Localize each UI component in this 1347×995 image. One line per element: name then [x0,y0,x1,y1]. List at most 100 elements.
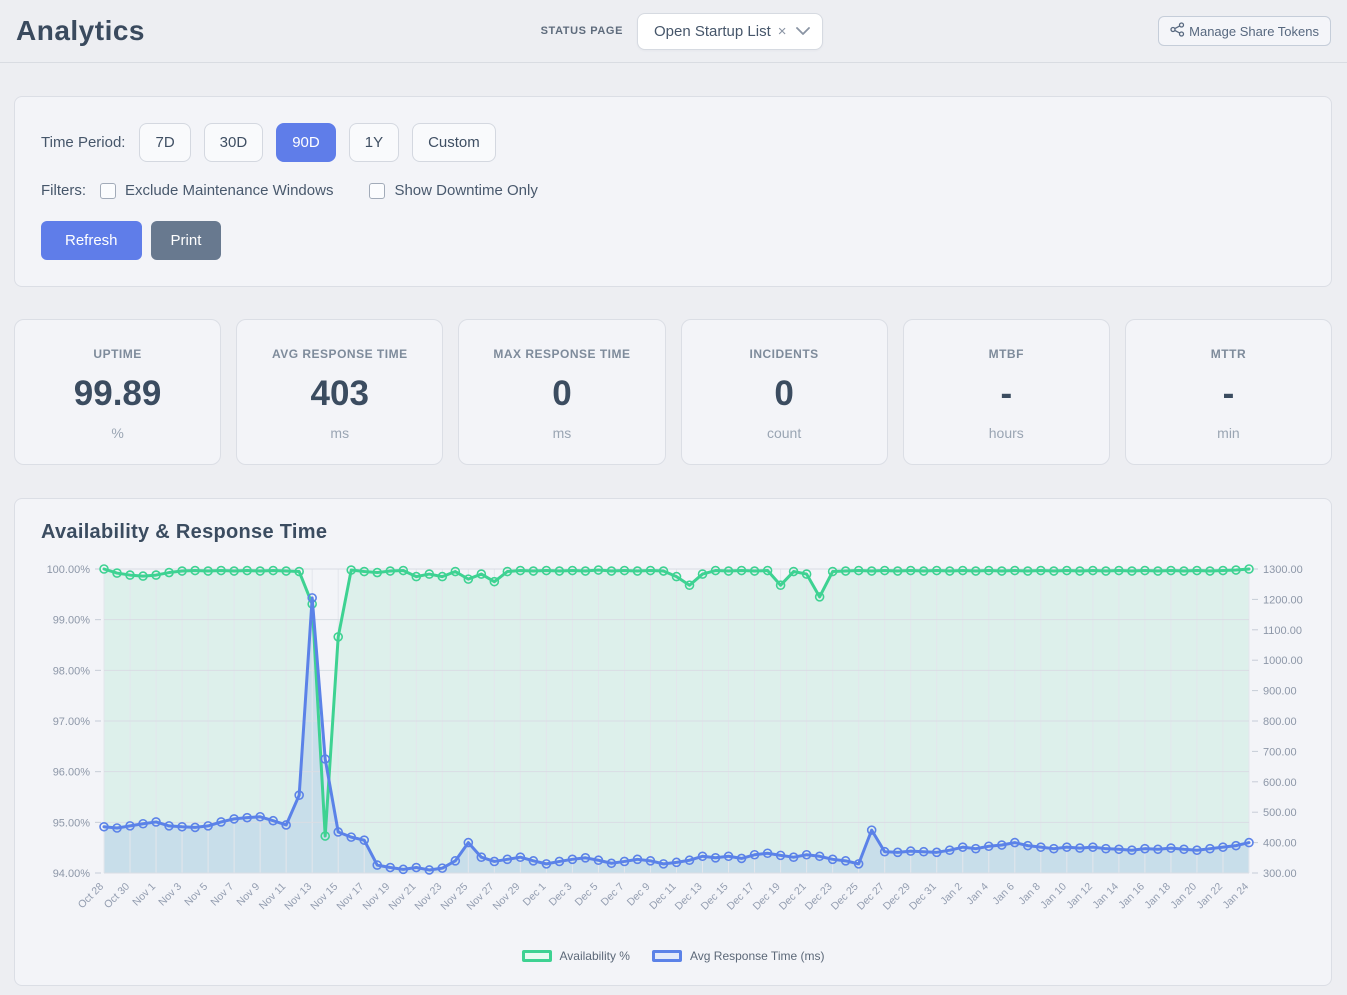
status-page-selected-value: Open Startup List [654,23,771,40]
stat-unit: count [688,425,881,441]
svg-text:700.00: 700.00 [1263,746,1297,758]
show-downtime-group: Show Downtime Only [369,182,537,199]
stat-unit: ms [465,425,658,441]
svg-text:Nov 15: Nov 15 [308,881,340,913]
print-button[interactable]: Print [151,221,222,260]
svg-text:Nov 5: Nov 5 [182,881,210,909]
svg-text:Oct 30: Oct 30 [102,881,132,911]
svg-text:Nov 23: Nov 23 [412,881,444,913]
svg-text:Nov 21: Nov 21 [386,881,418,913]
svg-text:Dec 17: Dec 17 [725,881,757,913]
svg-text:600.00: 600.00 [1263,777,1297,789]
manage-share-tokens-button[interactable]: Manage Share Tokens [1158,16,1331,46]
stat-card-incidents: INCIDENTS 0 count [681,319,888,465]
svg-text:Jan 4: Jan 4 [964,881,991,908]
stat-label: UPTIME [21,347,214,361]
refresh-button[interactable]: Refresh [41,221,142,260]
svg-text:1000.00: 1000.00 [1263,655,1303,667]
svg-text:Dec 25: Dec 25 [829,881,861,913]
svg-text:500.00: 500.00 [1263,807,1297,819]
legend-item-availability: Availability % [522,949,630,963]
svg-text:Dec 5: Dec 5 [573,881,601,909]
svg-text:Dec 7: Dec 7 [599,881,627,909]
filters-label: Filters: [41,182,86,199]
manage-share-tokens-label: Manage Share Tokens [1189,24,1319,39]
stat-unit: hours [910,425,1103,441]
show-downtime-checkbox[interactable] [369,183,385,199]
svg-text:Oct 28: Oct 28 [76,881,106,911]
stat-label: INCIDENTS [688,347,881,361]
stat-card-mttr: MTTR - min [1125,319,1332,465]
svg-text:900.00: 900.00 [1263,686,1297,698]
svg-text:Nov 27: Nov 27 [464,881,496,913]
period-button-custom[interactable]: Custom [412,123,496,162]
svg-text:Jan 10: Jan 10 [1038,881,1069,912]
status-page-group: STATUS PAGE Open Startup List × [541,13,823,50]
actions-row: Refresh Print [41,221,1305,260]
exclude-maintenance-label: Exclude Maintenance Windows [125,182,333,199]
svg-text:Dec 11: Dec 11 [647,881,679,913]
svg-text:Dec 27: Dec 27 [855,881,887,913]
show-downtime-label: Show Downtime Only [394,182,537,199]
period-button-1y[interactable]: 1Y [349,123,399,162]
stat-unit: min [1132,425,1325,441]
svg-text:Nov 19: Nov 19 [360,881,392,913]
svg-text:Jan 20: Jan 20 [1168,881,1199,912]
stat-card-max-response: MAX RESPONSE TIME 0 ms [458,319,665,465]
svg-text:99.00%: 99.00% [53,615,91,627]
svg-text:Nov 11: Nov 11 [257,881,289,913]
clear-selection-icon[interactable]: × [778,24,787,39]
stat-label: MAX RESPONSE TIME [465,347,658,361]
svg-text:Jan 16: Jan 16 [1116,881,1147,912]
period-button-90d[interactable]: 90D [276,123,336,162]
chart-panel: Availability & Response Time 100.00%99.0… [14,498,1332,986]
svg-text:Nov 29: Nov 29 [490,881,522,913]
period-button-7d[interactable]: 7D [139,123,190,162]
svg-text:Dec 19: Dec 19 [751,881,783,913]
stat-label: MTBF [910,347,1103,361]
filters-row: Filters: Exclude Maintenance Windows Sho… [41,182,1305,199]
stat-value: 403 [243,374,436,414]
stat-value: 99.89 [21,374,214,414]
chart-svg: 100.00%99.00%98.00%97.00%96.00%95.00%94.… [15,544,1330,942]
stat-value: - [1132,374,1325,414]
stat-card-avg-response: AVG RESPONSE TIME 403 ms [236,319,443,465]
svg-text:Dec 29: Dec 29 [881,881,913,913]
legend-label-response: Avg Response Time (ms) [690,949,825,963]
svg-text:Dec 15: Dec 15 [699,881,731,913]
stat-unit: % [21,425,214,441]
stat-card-mtbf: MTBF - hours [903,319,1110,465]
status-page-label: STATUS PAGE [541,25,623,37]
svg-text:Nov 7: Nov 7 [208,881,236,909]
stat-value: 0 [688,374,881,414]
svg-text:97.00%: 97.00% [53,716,91,728]
stat-label: AVG RESPONSE TIME [243,347,436,361]
page-title: Analytics [16,15,145,47]
svg-text:Jan 2: Jan 2 [938,881,965,908]
chart-title: Availability & Response Time [41,521,1331,544]
svg-text:Nov 17: Nov 17 [334,881,366,913]
svg-text:Dec 23: Dec 23 [803,881,835,913]
exclude-maintenance-group: Exclude Maintenance Windows [100,182,333,199]
svg-text:Jan 18: Jan 18 [1142,881,1173,912]
legend-label-availability: Availability % [560,949,630,963]
page-header: Analytics STATUS PAGE Open Startup List … [0,0,1347,54]
svg-text:96.00%: 96.00% [53,767,91,779]
svg-text:95.00%: 95.00% [53,817,91,829]
stat-unit: ms [243,425,436,441]
time-period-row: Time Period: 7D 30D 90D 1Y Custom [41,123,1305,162]
status-page-select[interactable]: Open Startup List × [637,13,823,50]
stat-value: 0 [465,374,658,414]
svg-text:Jan 12: Jan 12 [1064,881,1095,912]
period-button-30d[interactable]: 30D [204,123,264,162]
svg-text:Nov 13: Nov 13 [282,881,314,913]
header-divider [0,62,1347,63]
svg-text:Dec 31: Dec 31 [907,881,939,913]
exclude-maintenance-checkbox[interactable] [100,183,116,199]
svg-text:800.00: 800.00 [1263,716,1297,728]
share-icon [1170,22,1185,40]
svg-text:1100.00: 1100.00 [1263,625,1302,637]
stat-card-uptime: UPTIME 99.89 % [14,319,221,465]
svg-text:Dec 21: Dec 21 [777,881,809,913]
svg-text:400.00: 400.00 [1263,838,1297,850]
